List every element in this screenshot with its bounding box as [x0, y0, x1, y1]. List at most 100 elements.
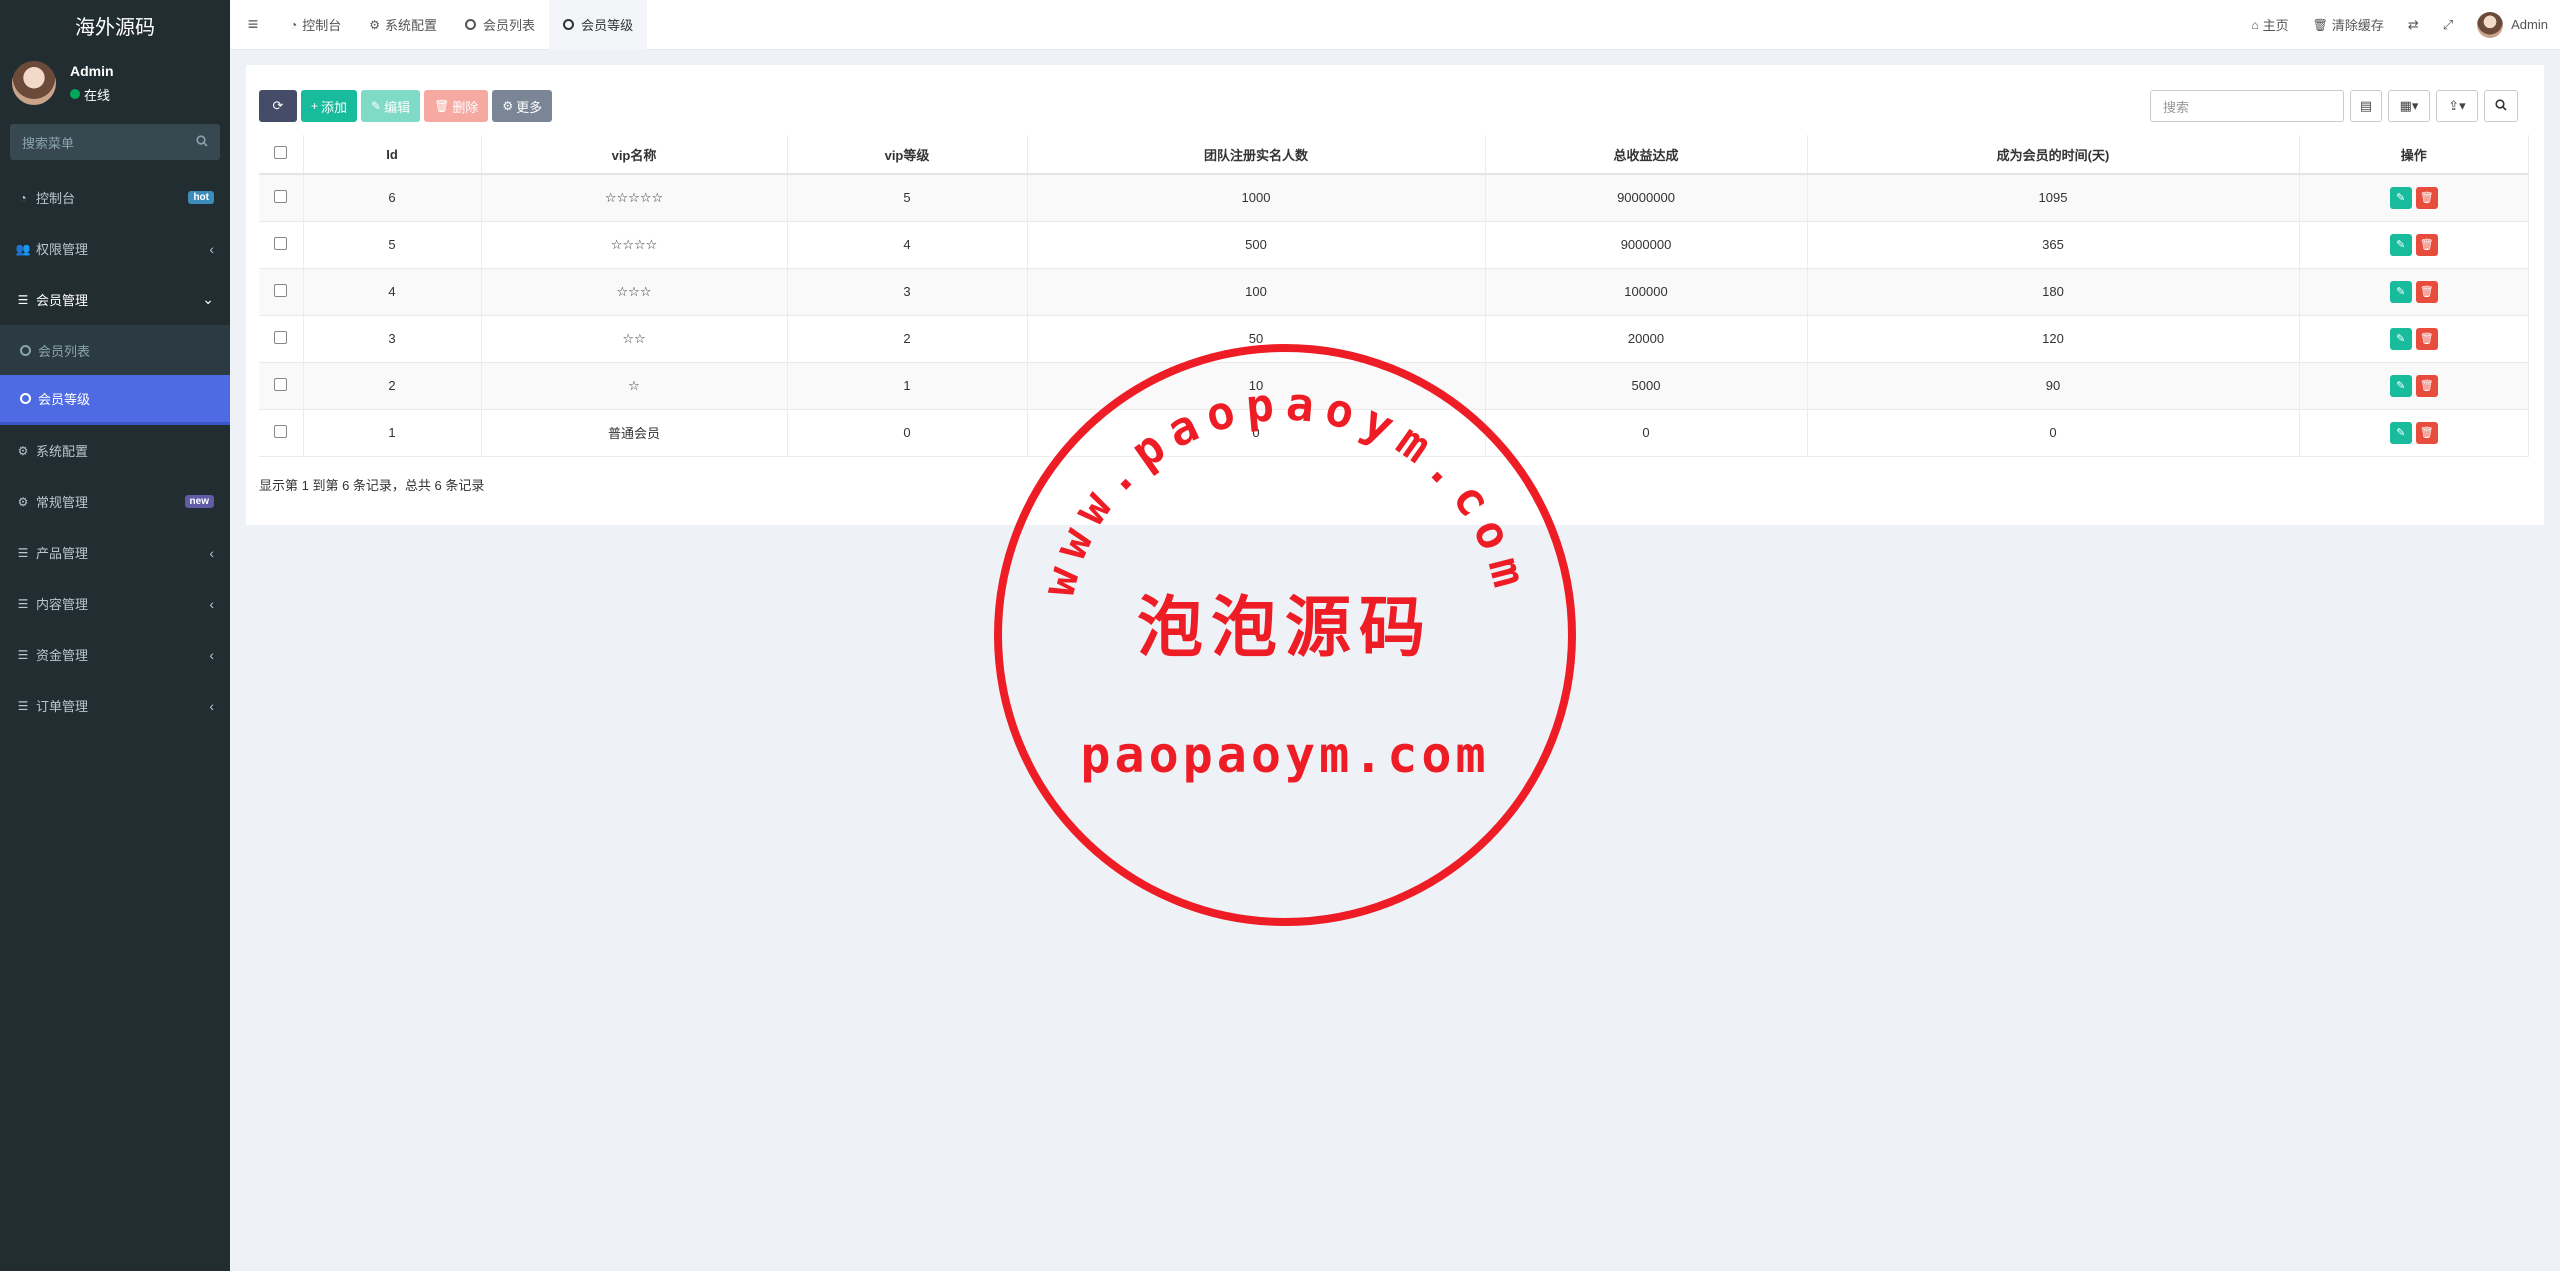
tab-member-list[interactable]: 会员列表 [451, 0, 549, 50]
sidebar-item-system-config[interactable]: ⚙ 系统配置 [0, 425, 230, 476]
row-checkbox[interactable] [274, 189, 288, 203]
clear-cache-button[interactable]: 🗑 清除缓存 [2301, 0, 2396, 50]
row-edit-button[interactable]: ✎ [2389, 233, 2412, 256]
table-row[interactable]: 1 普通会员 0 0 0 0 ✎ 🗑 [259, 409, 2529, 457]
dashboard-icon: ◔ [290, 17, 298, 32]
row-delete-button[interactable]: 🗑 [2415, 280, 2438, 303]
brand-logo[interactable]: 海外源码 [0, 0, 230, 50]
table-row[interactable]: 3 ☆☆ 2 50 20000 120 ✎ 🗑 [259, 315, 2529, 363]
watermark-url: paopaoym.com [1080, 726, 1489, 784]
sidebar-item-permissions[interactable]: 👥 权限管理 ‹ [0, 223, 230, 274]
list-icon: ☰ [17, 545, 29, 560]
table-cell: ☆ [481, 362, 788, 410]
row-edit-button[interactable]: ✎ [2389, 421, 2412, 444]
row-delete-button[interactable]: 🗑 [2415, 233, 2438, 256]
row-actions: ✎ 🗑 [2299, 362, 2529, 410]
select-all-checkbox[interactable] [274, 146, 288, 159]
sidebar-item-general[interactable]: ⚙ 常规管理 new [0, 476, 230, 527]
edit-button[interactable]: ✎ 编辑 [361, 90, 421, 122]
sidebar-search-input[interactable]: 搜索菜单 [10, 124, 220, 160]
fullscreen-button[interactable]: ⤢ [2431, 0, 2465, 50]
tab-system-config[interactable]: ⚙ 系统配置 [355, 0, 451, 50]
home-link[interactable]: ⌂ 主页 [2239, 0, 2300, 50]
add-button[interactable]: + 添加 [301, 90, 358, 122]
table-cell: 120 [1807, 315, 2300, 363]
menu-toggle-icon[interactable]: ≡ [230, 0, 276, 50]
tab-member-level[interactable]: 会员等级 [549, 0, 648, 50]
column-header[interactable]: Id [303, 135, 482, 175]
table-row[interactable]: 5 ☆☆☆☆ 4 500 9000000 365 ✎ 🗑 [259, 221, 2529, 269]
delete-button[interactable]: 🗑 删除 [424, 90, 489, 122]
gear-icon: ⚙ [502, 99, 514, 113]
sidebar-item-content[interactable]: ☰ 内容管理 ‹ [0, 578, 230, 629]
row-select-cell [259, 315, 304, 363]
pencil-icon: ✎ [371, 99, 382, 113]
sidebar-item-products[interactable]: ☰ 产品管理 ‹ [0, 527, 230, 578]
table-cell: 10 [1027, 362, 1486, 410]
table-cell: ☆☆☆ [481, 268, 788, 316]
row-select-cell [259, 362, 304, 410]
sidebar: 海外源码 Admin 在线 搜索菜单 ◔ 控制台 hot 👥 权限管理 ‹ ☰ [0, 0, 230, 1271]
toggle-view-button[interactable]: ▤ [2350, 90, 2382, 122]
row-delete-button[interactable]: 🗑 [2415, 327, 2438, 350]
sidebar-item-label: 系统配置 [36, 444, 89, 459]
row-checkbox[interactable] [274, 236, 288, 250]
cogs-icon: ⚙ [17, 494, 29, 509]
table-row[interactable]: 4 ☆☆☆ 3 100 100000 180 ✎ 🗑 [259, 268, 2529, 316]
sidebar-item-orders[interactable]: ☰ 订单管理 ‹ [0, 680, 230, 731]
hot-badge: hot [188, 191, 214, 204]
chevron-left-icon: ‹ [209, 697, 214, 714]
columns-button[interactable]: ▦▾ [2388, 90, 2430, 122]
language-button[interactable]: ⇄ [2396, 0, 2431, 50]
more-button[interactable]: ⚙ 更多 [492, 90, 553, 122]
sidebar-item-members[interactable]: ☰ 会员管理 ⌄ [0, 274, 230, 325]
table-row[interactable]: 2 ☆ 1 10 5000 90 ✎ 🗑 [259, 362, 2529, 410]
gear-icon: ⚙ [369, 17, 381, 32]
row-edit-button[interactable]: ✎ [2389, 374, 2412, 397]
table-cell: 3 [303, 315, 482, 363]
user-menu[interactable]: Admin [2465, 0, 2560, 50]
table-cell: 100 [1027, 268, 1486, 316]
table-header-row: Id vip名称 vip等级 团队注册实名人数 总收益达成 成为会员的时间(天)… [259, 135, 2529, 175]
column-header[interactable]: 总收益达成 [1485, 135, 1808, 175]
table-cell: 6 [303, 174, 482, 222]
row-delete-button[interactable]: 🗑 [2415, 421, 2438, 444]
row-select-cell [259, 409, 304, 457]
row-edit-button[interactable]: ✎ [2389, 280, 2412, 303]
refresh-button[interactable]: ⟳ [259, 90, 297, 122]
row-edit-button[interactable]: ✎ [2389, 327, 2412, 350]
sidebar-item-dashboard[interactable]: ◔ 控制台 hot [0, 172, 230, 223]
row-checkbox[interactable] [274, 424, 288, 438]
toolbar: ⟳ + 添加 ✎ 编辑 🗑 删除 ⚙ 更多 [259, 90, 556, 122]
chevron-left-icon: ‹ [209, 595, 214, 612]
row-checkbox[interactable] [274, 377, 288, 391]
column-header[interactable]: vip名称 [481, 135, 788, 175]
sidebar-subitem-member-list[interactable]: 会员列表 [0, 325, 230, 375]
table-cell: 9000000 [1485, 221, 1808, 269]
column-header[interactable]: 成为会员的时间(天) [1807, 135, 2300, 175]
table-icon: ▤ [2359, 98, 2373, 113]
row-delete-button[interactable]: 🗑 [2415, 374, 2438, 397]
sidebar-subitem-label: 会员等级 [38, 392, 91, 407]
export-button[interactable]: ⇪▾ [2436, 90, 2478, 122]
row-delete-button[interactable]: 🗑 [2415, 186, 2438, 209]
row-checkbox[interactable] [274, 330, 288, 344]
list-icon: ☰ [17, 698, 29, 713]
table-cell: 20000 [1485, 315, 1808, 363]
column-header[interactable]: 团队注册实名人数 [1027, 135, 1486, 175]
tab-dashboard[interactable]: ◔ 控制台 [276, 0, 355, 50]
row-select-cell [259, 174, 304, 222]
users-icon: 👥 [15, 241, 31, 256]
table-row[interactable]: 6 ☆☆☆☆☆ 5 1000 90000000 1095 ✎ 🗑 [259, 174, 2529, 222]
row-edit-button[interactable]: ✎ [2389, 186, 2412, 209]
plus-icon: + [311, 99, 319, 113]
search-icon[interactable] [196, 134, 208, 150]
sidebar-item-label: 会员管理 [36, 293, 89, 308]
column-header[interactable]: vip等级 [787, 135, 1028, 175]
advanced-search-button[interactable] [2484, 90, 2518, 122]
row-checkbox[interactable] [274, 283, 288, 297]
sidebar-item-funds[interactable]: ☰ 资金管理 ‹ [0, 629, 230, 680]
table-search-input[interactable]: 搜索 [2150, 90, 2344, 122]
more-label: 更多 [516, 99, 543, 115]
sidebar-subitem-member-level[interactable]: 会员等级 [0, 375, 230, 425]
